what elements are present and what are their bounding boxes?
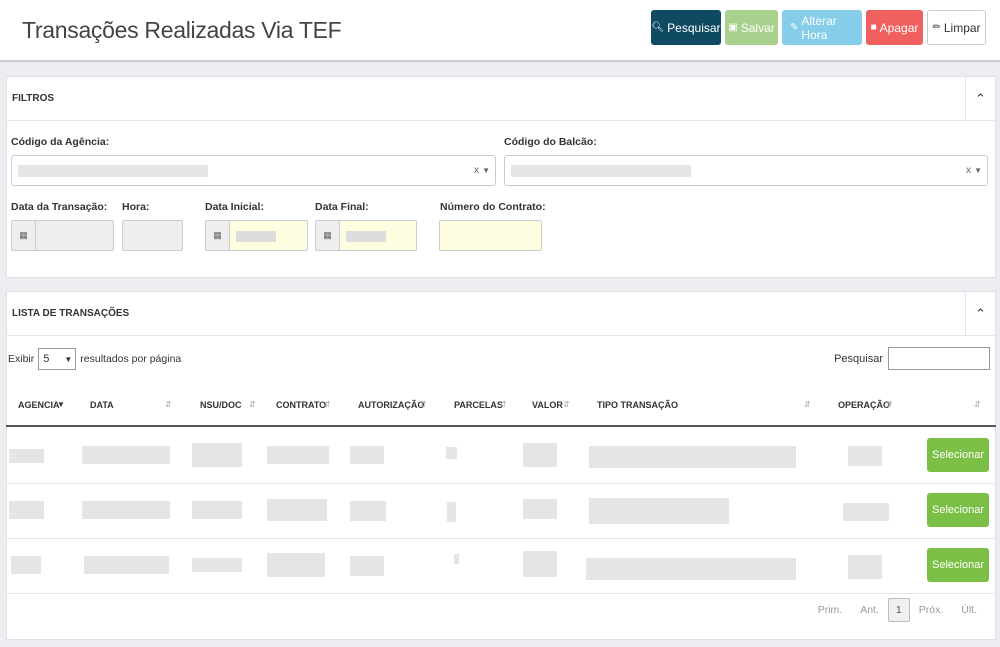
col-agencia[interactable]: AGENCIA bbox=[18, 400, 60, 410]
first-page-link[interactable]: Prim. bbox=[809, 604, 852, 616]
show-label: Exibir bbox=[8, 353, 35, 365]
pagination: Prim. Ant. 1 Próx. Últ. bbox=[809, 598, 986, 622]
page-length-value: 5 bbox=[43, 353, 50, 365]
transaction-date-input[interactable]: ▦ bbox=[11, 220, 114, 251]
calendar-icon: ▦ bbox=[12, 221, 36, 250]
delete-button[interactable]: ■ Apagar bbox=[866, 10, 923, 45]
table-search-input[interactable] bbox=[888, 347, 990, 370]
counter-label: Código do Balcão: bbox=[504, 136, 597, 148]
change-time-button-label: Alterar Hora bbox=[801, 13, 837, 42]
end-date-value bbox=[346, 231, 386, 242]
filters-panel-header: FILTROS ⌃ bbox=[7, 77, 995, 121]
start-date-input[interactable]: ▦ bbox=[205, 220, 308, 251]
col-operacao[interactable]: OPERAÇÃO bbox=[838, 400, 890, 410]
col-autorizacao[interactable]: AUTORIZAÇÃO bbox=[358, 400, 424, 410]
search-icon: 🔍︎ bbox=[651, 22, 665, 33]
col-nsu-doc[interactable]: NSU/DOC bbox=[200, 400, 242, 410]
end-date-label: Data Final: bbox=[315, 201, 369, 213]
col-parcelas[interactable]: PARCELAS bbox=[454, 400, 503, 410]
sort-icon: ⇵ bbox=[324, 400, 331, 409]
toolbar: 🔍︎ Pesquisar ▣ Salvar ✎ Alterar Hora ■ A… bbox=[651, 10, 986, 45]
col-data[interactable]: DATA bbox=[90, 400, 114, 410]
table-search: Pesquisar bbox=[834, 347, 990, 370]
contract-number-input[interactable] bbox=[439, 220, 542, 251]
agency-chevron-down-icon: ▼ bbox=[482, 166, 490, 175]
table-row[interactable]: Selecionar bbox=[6, 429, 996, 484]
select-row-button[interactable]: Selecionar bbox=[927, 548, 989, 582]
calendar-icon: ▦ bbox=[206, 221, 230, 250]
chevron-up-icon: ⌃ bbox=[975, 306, 986, 321]
search-button-label: Pesquisar bbox=[667, 20, 721, 35]
counter-select[interactable]: x ▼ bbox=[504, 155, 988, 186]
end-date-input[interactable]: ▦ bbox=[315, 220, 417, 251]
clear-button-label: Limpar bbox=[943, 20, 981, 35]
transaction-date-label: Data da Transação: bbox=[11, 201, 108, 213]
current-page[interactable]: 1 bbox=[887, 598, 910, 622]
edit-icon: ✎ bbox=[790, 22, 799, 33]
collapse-transactions-button[interactable]: ⌃ bbox=[965, 292, 995, 336]
counter-select-value bbox=[511, 165, 691, 177]
chevron-down-icon: ▼ bbox=[64, 354, 73, 364]
trash-icon: ■ bbox=[870, 22, 877, 33]
time-label: Hora: bbox=[122, 201, 150, 213]
page-title: Transações Realizadas Via TEF bbox=[22, 17, 342, 43]
eraser-icon: ✏ bbox=[932, 22, 941, 33]
search-label: Pesquisar bbox=[834, 352, 883, 365]
save-button[interactable]: ▣ Salvar bbox=[725, 10, 778, 45]
col-tipo-transacao[interactable]: TIPO TRANSAÇÃO bbox=[597, 400, 678, 410]
time-input[interactable] bbox=[122, 220, 183, 251]
last-page-link[interactable]: Últ. bbox=[952, 604, 986, 616]
counter-clear-icon[interactable]: x bbox=[966, 165, 971, 176]
sort-icon: ⇵ bbox=[804, 400, 811, 409]
sort-icon: ⇵ bbox=[165, 400, 172, 409]
save-button-label: Salvar bbox=[740, 20, 775, 35]
counter-chevron-down-icon: ▼ bbox=[974, 166, 982, 175]
save-icon: ▣ bbox=[728, 22, 738, 33]
calendar-icon: ▦ bbox=[316, 221, 340, 250]
agency-clear-icon[interactable]: x bbox=[474, 165, 479, 176]
start-date-label: Data Inicial: bbox=[205, 201, 264, 213]
contract-number-label: Número do Contrato: bbox=[440, 201, 546, 213]
sort-icon: ⇵ bbox=[500, 400, 507, 409]
table-header: AGENCIA ▼ DATA ⇵ NSU/DOC ⇵ CONTRATO ⇵ AU… bbox=[6, 383, 996, 427]
start-date-value bbox=[236, 231, 276, 242]
table-row[interactable]: Selecionar bbox=[6, 484, 996, 539]
prev-page-link[interactable]: Ant. bbox=[851, 604, 888, 616]
transactions-panel-header: LISTA DE TRANSAÇÕES ⌃ bbox=[7, 292, 995, 336]
sort-icon: ⇵ bbox=[974, 400, 981, 409]
clear-button[interactable]: ✏ Limpar bbox=[927, 10, 986, 45]
select-row-button[interactable]: Selecionar bbox=[927, 493, 989, 527]
filters-title: FILTROS bbox=[12, 93, 55, 104]
col-contrato[interactable]: CONTRATO bbox=[276, 400, 326, 410]
agency-select[interactable]: x ▼ bbox=[11, 155, 496, 186]
search-button[interactable]: 🔍︎ Pesquisar bbox=[651, 10, 721, 45]
sort-icon: ⇵ bbox=[886, 400, 893, 409]
delete-button-label: Apagar bbox=[879, 20, 919, 35]
col-valor[interactable]: VALOR bbox=[532, 400, 563, 410]
select-row-button[interactable]: Selecionar bbox=[927, 438, 989, 472]
next-page-link[interactable]: Próx. bbox=[910, 604, 953, 616]
chevron-up-icon: ⌃ bbox=[975, 91, 986, 106]
page-length-control: Exibir 5 ▼ resultados por página bbox=[8, 348, 181, 370]
agency-select-value bbox=[18, 165, 208, 177]
table-row[interactable]: Selecionar bbox=[6, 539, 996, 594]
sort-icon: ⇵ bbox=[420, 400, 427, 409]
agency-label: Código da Agência: bbox=[11, 136, 110, 148]
top-bar: Transações Realizadas Via TEF 🔍︎ Pesquis… bbox=[0, 0, 1000, 62]
sort-desc-icon: ▼ bbox=[57, 400, 65, 409]
sort-icon: ⇵ bbox=[563, 400, 570, 409]
per-page-label: resultados por página bbox=[80, 353, 182, 365]
page-length-select[interactable]: 5 ▼ bbox=[38, 348, 77, 370]
collapse-filters-button[interactable]: ⌃ bbox=[965, 77, 995, 121]
change-time-button[interactable]: ✎ Alterar Hora bbox=[782, 10, 862, 45]
transactions-title: LISTA DE TRANSAÇÕES bbox=[12, 308, 130, 319]
sort-icon: ⇵ bbox=[249, 400, 256, 409]
